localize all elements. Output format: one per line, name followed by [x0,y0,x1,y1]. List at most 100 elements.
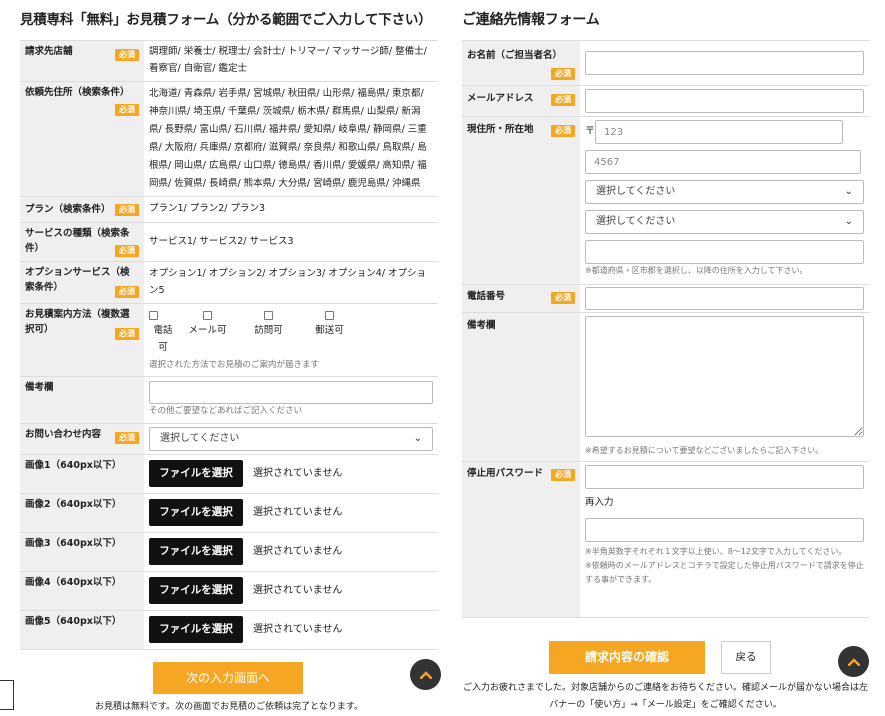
label-password: 停止用パスワード [467,468,544,480]
required-badge: 必須 [115,245,139,258]
city-select[interactable]: 選択してください ⌄ [585,210,864,234]
email-input[interactable] [585,89,864,113]
name-input[interactable] [585,51,864,75]
contact-remarks-textarea[interactable] [585,316,864,437]
chevron-up-icon [419,670,432,679]
estimate-form: 見積専科「無料」お見積フォーム（分かる範囲でご入力して下さい） 請求先店舗 必須 … [20,0,438,650]
row-plan: プラン（検索条件） 必須 プラン1/ プラン2/ プラン3 [20,196,438,224]
chevron-down-icon: ⌄ [844,186,853,198]
row-method: お見積案内方法（複数選択可） 必須 電話可 メール可 訪問可 郵送可 選択された方… [20,303,438,377]
estimate-form-table: 請求先店舗 必須 調理師/ 栄養士/ 税理士/ 会計士/ トリマー/ マッサージ師… [20,40,438,650]
label-location: 依頼先住所（検索条件） [25,87,130,98]
method-note: 選択された方法でお見積のご案内が届きます [149,359,320,370]
row-password: 停止用パスワード 必須 再入力 ※半角英数字それぞれ１文字以上使い、8～12文字で… [462,461,869,619]
row-contact-remarks: 備考欄 ※希望するお見積について要望などございましたらご記入下さい。 [462,312,869,463]
label-remarks: 備考欄 [25,381,54,393]
postal-mark: 〒 [585,126,595,138]
value-service: サービス1/ サービス2/ サービス3 [144,222,438,263]
zip-first-input[interactable] [595,120,843,144]
image-1-file-button[interactable]: ファイルを選択 [149,460,243,488]
password-note-1: ※半角英数字それぞれ１文字以上使い、8～12文字で入力してください。 [585,546,847,556]
password-input[interactable] [585,465,864,490]
image-3-file-status: 選択されていません [253,546,343,558]
method-email-checkbox[interactable] [203,311,212,321]
method-visit-option[interactable]: 訪問可 [238,309,299,356]
back-button[interactable]: 戻る [721,641,771,674]
contact-form-table: お名前（ご担当者名）必須 メールアドレス必須 現住所・所在地必須 〒 選択してく… [462,40,869,619]
value-shop-type: 調理師/ 栄養士/ 税理士/ 会計士/ トリマー/ マッサージ師/ 整備士/ 看… [144,40,438,82]
prefecture-select[interactable]: 選択してください ⌄ [585,180,864,204]
method-email-option[interactable]: メール可 [177,309,238,356]
row-address: 現住所・所在地 必須 〒 選択してください⌄ 選択してください⌄ ※都道府県・区市… [462,116,869,285]
estimate-footer-note: お見積は無料です。次の画面でお見積のご依頼は完了となります。 [95,702,363,712]
image-4-file-button[interactable]: ファイルを選択 [149,577,243,605]
label-phone: 電話番号 [467,291,506,302]
row-email: メールアドレス 必須 [462,85,869,117]
image-3-file-button[interactable]: ファイルを選択 [149,538,243,566]
label-image-2: 画像2（640px以下） [25,498,122,510]
row-phone: 電話番号 必須 [462,284,869,313]
value-option: オプション1/ オプション2/ オプション3/ オプション4/ オプション5 [144,261,438,305]
address-note: ※都道府県・区市郡を選択し、以降の住所を入力して下さい。 [585,266,808,275]
row-location: 依頼先住所（検索条件） 必須 北海道/ 青森県/ 岩手県/ 宮城県/ 秋田県/ 山… [20,81,438,198]
chevron-down-icon: ⌄ [844,216,853,228]
label-plan: プラン（検索条件） [25,203,111,215]
row-service: サービスの種類（検索条件） 必須 サービス1/ サービス2/ サービス3 [20,222,438,263]
password-note-2: ※依頼時のメールアドレスとコチラで設定した停止用パスワードで請求を停止する事がで… [585,561,864,585]
required-badge: 必須 [115,286,139,299]
value-location: 北海道/ 青森県/ 岩手県/ 宮城県/ 秋田県/ 山形県/ 福島県/ 東京都/ … [144,81,438,198]
password-reenter-label: 再入力 [585,497,614,509]
scroll-top-button-right[interactable] [838,646,869,677]
value-plan: プラン1/ プラン2/ プラン3 [144,196,438,224]
password-reenter-input[interactable] [585,517,864,542]
label-inquiry: お問い合わせ内容 [25,428,102,440]
required-badge: 必須 [551,292,575,304]
required-badge: 必須 [551,469,575,482]
remarks-input[interactable] [149,380,433,404]
required-badge: 必須 [115,49,139,61]
method-visit-checkbox[interactable] [264,311,273,321]
label-image-4: 画像4（640px以下） [25,576,122,588]
inquiry-select[interactable]: 選択してください ⌄ [149,426,433,451]
label-image-1: 画像1（640px以下） [25,459,122,471]
scroll-top-button[interactable] [410,659,441,690]
image-5-file-status: 選択されていません [253,624,343,636]
method-mail-checkbox[interactable] [325,311,334,321]
label-address: 現住所・所在地 [467,124,534,135]
image-5-file-button[interactable]: ファイルを選択 [149,616,243,644]
next-button[interactable]: 次の入力画面へ [153,662,303,694]
required-badge: 必須 [115,204,139,217]
image-1-file-status: 選択されていません [253,468,343,480]
image-2-file-button[interactable]: ファイルを選択 [149,499,243,527]
required-badge: 必須 [551,68,575,80]
zip-second-input[interactable] [585,150,861,174]
method-mail-option[interactable]: 郵送可 [299,309,360,356]
method-phone-option[interactable]: 電話可 [149,309,177,356]
row-name: お名前（ご担当者名） 必須 [462,40,869,86]
phone-input[interactable] [585,287,864,310]
contact-remarks-note: ※希望するお見積について要望などございましたらご記入下さい。 [585,445,824,455]
required-badge: 必須 [115,431,139,444]
required-badge: 必須 [551,125,575,137]
estimate-form-title: 見積専科「無料」お見積フォーム（分かる範囲でご入力して下さい） [20,12,432,28]
confirm-button[interactable]: 請求内容の確認 [549,641,705,674]
contact-form: ご連絡先情報フォーム お名前（ご担当者名） 必須 メールアドレス 必須 現住所・所在… [462,0,869,619]
side-banner-edge[interactable] [0,680,14,710]
required-badge: 必須 [115,104,139,116]
row-image-2: 画像2（640px以下） ファイルを選択 選択されていません [20,493,438,533]
required-badge: 必須 [115,328,139,341]
row-image-1: 画像1（640px以下） ファイルを選択 選択されていません [20,454,438,494]
row-image-4: 画像4（640px以下） ファイルを選択 選択されていません [20,571,438,611]
label-image-3: 画像3（640px以下） [25,537,122,549]
row-option: オプションサービス（検索条件） 必須 オプション1/ オプション2/ オプション3… [20,261,438,305]
label-shop-type: 請求先店舗 [25,46,73,57]
row-image-5: 画像5（640px以下） ファイルを選択 選択されていません [20,610,438,650]
method-phone-checkbox[interactable] [149,311,158,321]
remarks-note: その他ご要望などあればご記入ください [149,405,303,416]
chevron-down-icon: ⌄ [413,433,422,445]
label-contact-remarks: 備考欄 [467,320,496,331]
required-badge: 必須 [551,94,575,106]
street-input[interactable] [585,240,864,264]
contact-form-title: ご連絡先情報フォーム [462,12,600,28]
image-4-file-status: 選択されていません [253,585,343,597]
